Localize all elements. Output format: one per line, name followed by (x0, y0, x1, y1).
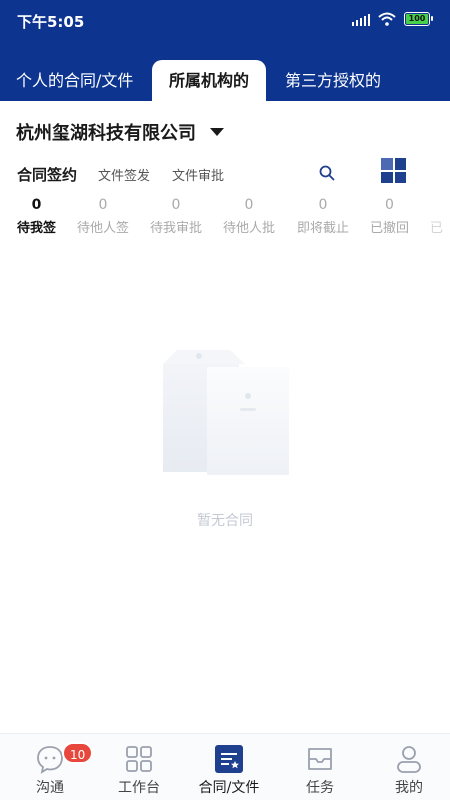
stat-partial[interactable]: 已 (430, 197, 443, 236)
battery-level: 100 (406, 14, 428, 24)
signal-icon (352, 12, 370, 26)
subtab-document-issue[interactable]: 文件签发 (98, 165, 150, 184)
nav-tasks[interactable]: 任务 (275, 734, 365, 800)
status-time: 下午5:05 (17, 13, 85, 31)
tab-organization[interactable]: 所属机构的 (152, 60, 266, 101)
stat-label: 待我签 (17, 221, 57, 236)
stat-label: 即将截止 (297, 221, 350, 236)
nav-chat[interactable]: 10 沟通 (5, 734, 95, 800)
stat-count: 0 (98, 197, 108, 213)
stat-due-soon[interactable]: 0 即将截止 (297, 197, 349, 236)
stat-count (430, 197, 443, 215)
grid-apps-icon (126, 746, 152, 772)
grid-view-icon[interactable] (381, 158, 406, 183)
header: 下午5:05 100 个人的合同/文件 所属机构的 第三方授权的 (0, 0, 450, 101)
nav-workbench[interactable]: 工作台 (94, 734, 184, 800)
unread-badge: 10 (62, 742, 94, 764)
stat-to-sign-by-others[interactable]: 0 待他人签 (77, 197, 129, 236)
stat-to-sign-by-me[interactable]: 0 待我签 (17, 197, 56, 236)
tab-third-party[interactable]: 第三方授权的 (285, 60, 381, 101)
stat-label: 已 (430, 221, 444, 236)
nav-contract-docs[interactable]: 合同/文件 (184, 734, 274, 800)
stat-count: 0 (244, 197, 254, 213)
contract-doc-icon (215, 745, 243, 773)
stat-label: 待他人签 (77, 221, 130, 236)
stat-label: 待我审批 (150, 221, 203, 236)
subtab-document-approval[interactable]: 文件审批 (172, 165, 224, 184)
caret-down-icon (210, 128, 224, 136)
company-selector[interactable]: 杭州玺湖科技有限公司 (16, 119, 224, 145)
stat-to-approve-by-me[interactable]: 0 待我审批 (150, 197, 202, 236)
wifi-icon (378, 12, 396, 26)
nav-label: 合同/文件 (198, 780, 260, 796)
nav-label: 我的 (395, 780, 423, 796)
stat-label: 已撤回 (370, 221, 410, 236)
stat-count: 0 (171, 197, 181, 213)
status-counters: 0 待我签 0 待他人签 0 待我审批 0 待他人批 0 即将截止 0 已撤回 … (0, 197, 450, 241)
stat-label: 待他人批 (223, 221, 276, 236)
company-name: 杭州玺湖科技有限公司 (16, 123, 196, 144)
stat-count: 0 (31, 197, 42, 213)
stat-withdrawn[interactable]: 0 已撤回 (370, 197, 409, 236)
inbox-tray-icon (308, 748, 332, 770)
bottom-nav: 10 沟通 工作台 合同/文件 任务 我的 (0, 733, 450, 800)
nav-label: 工作台 (118, 780, 160, 796)
status-icons: 100 (352, 11, 433, 27)
stat-count: 0 (385, 197, 394, 213)
chat-bubble-icon (37, 746, 63, 774)
nav-me[interactable]: 我的 (364, 734, 450, 800)
stat-to-approve-by-others[interactable]: 0 待他人批 (223, 197, 275, 236)
nav-label: 沟通 (36, 780, 64, 796)
battery-icon: 100 (404, 12, 433, 26)
top-tabs: 个人的合同/文件 所属机构的 第三方授权的 (0, 60, 450, 101)
subtab-contract-signing[interactable]: 合同签约 (17, 164, 77, 185)
nav-label: 任务 (306, 780, 334, 796)
empty-state-text: 暂无合同 (197, 513, 253, 529)
stat-count: 0 (318, 197, 328, 213)
status-bar: 下午5:05 100 (0, 0, 450, 40)
person-icon (397, 746, 421, 773)
empty-folder-illustration (163, 350, 289, 475)
search-icon[interactable] (318, 164, 336, 182)
tab-personal[interactable]: 个人的合同/文件 (16, 60, 133, 101)
